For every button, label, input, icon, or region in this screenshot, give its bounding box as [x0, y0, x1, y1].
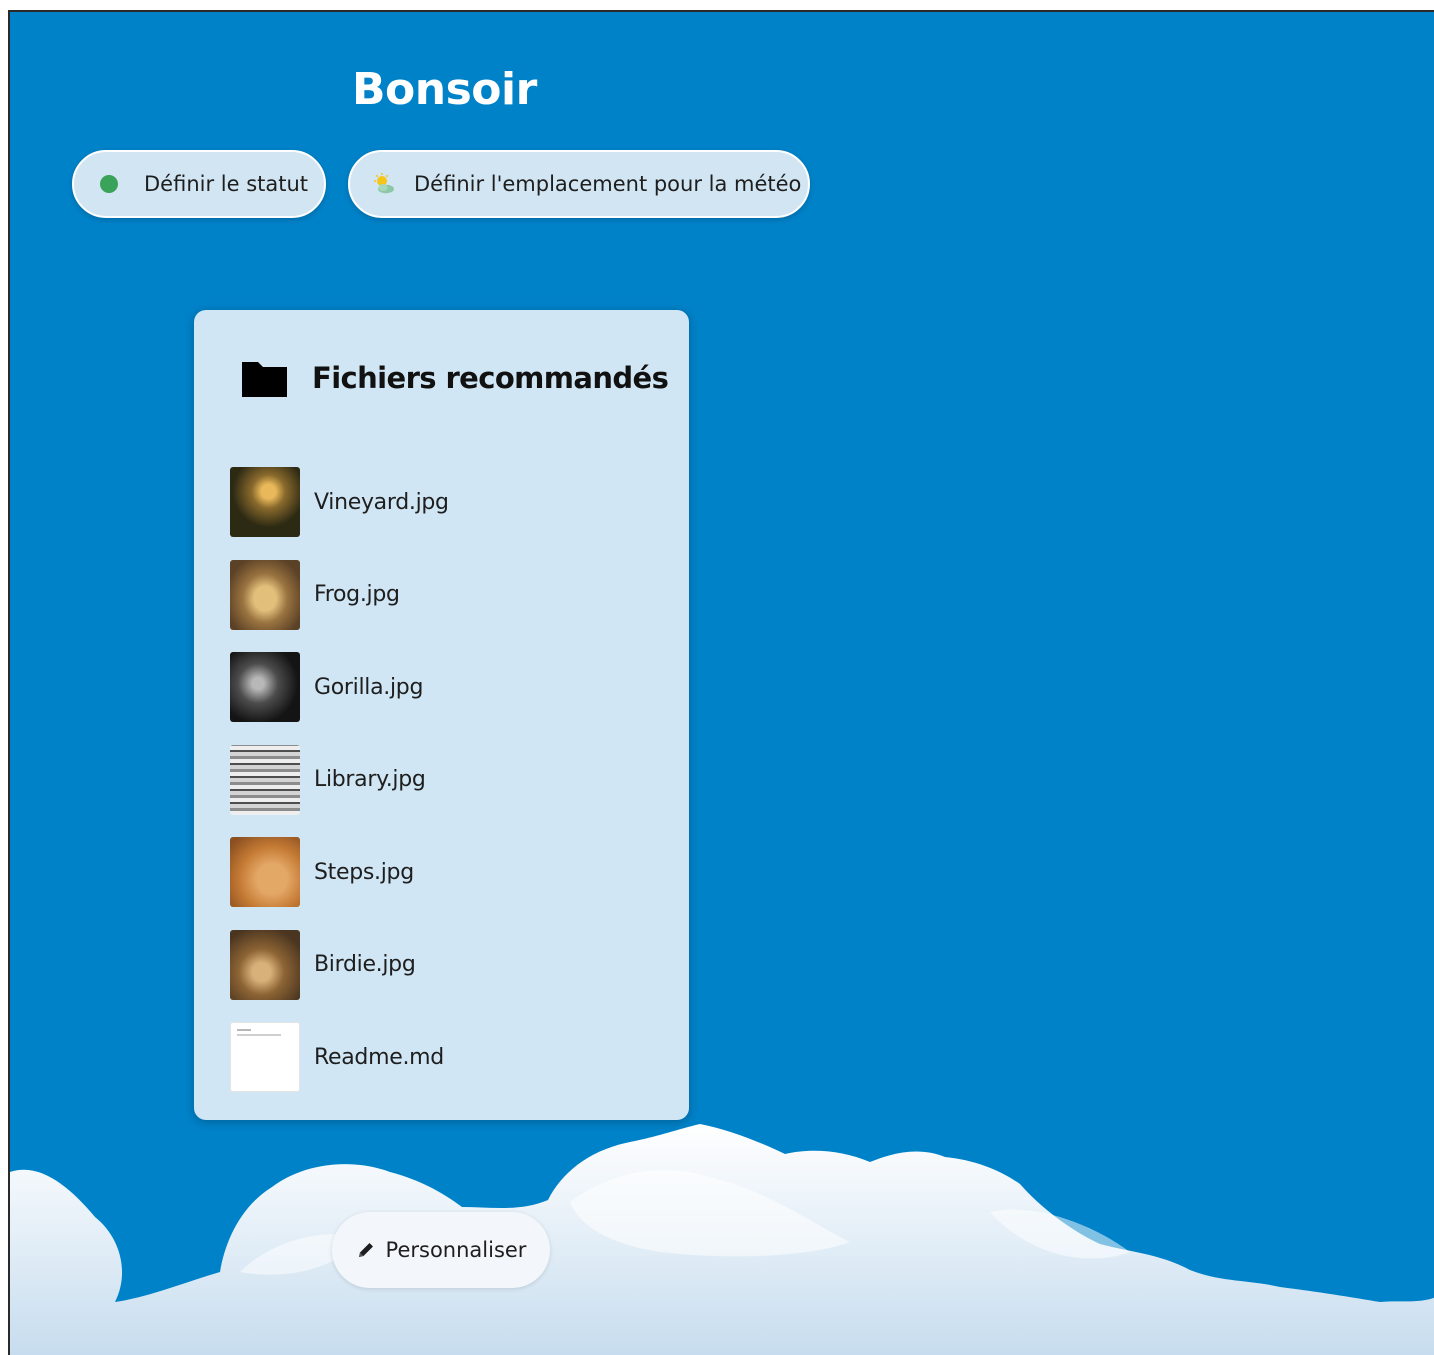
file-name: Readme.md — [314, 1044, 444, 1070]
file-thumbnail — [230, 837, 300, 908]
set-status-button[interactable]: Définir le statut — [72, 150, 326, 218]
file-item-frog[interactable]: Frog.jpg — [230, 549, 449, 642]
folder-icon — [242, 362, 287, 397]
document-thumbnail — [230, 1022, 300, 1093]
recommended-files-title: Fichiers recommandés — [312, 361, 669, 395]
dashboard-background: Bonsoir Définir le statut Définir l'empl… — [8, 10, 1434, 1355]
file-thumbnail — [230, 744, 300, 815]
recommended-files-header: Fichiers recommandés — [240, 356, 669, 400]
file-thumbnail — [230, 467, 300, 538]
file-name: Birdie.jpg — [314, 952, 416, 978]
set-status-label: Définir le statut — [144, 172, 309, 196]
customize-button[interactable]: Personnaliser — [332, 1212, 550, 1288]
customize-label: Personnaliser — [385, 1238, 527, 1262]
file-item-steps[interactable]: Steps.jpg — [230, 826, 449, 919]
set-weather-location-button[interactable]: Définir l'emplacement pour la météo — [348, 150, 810, 218]
recommended-files-list: Vineyard.jpg Frog.jpg Gorilla.jpg Librar… — [230, 456, 449, 1104]
recommended-files-widget: Fichiers recommandés Vineyard.jpg Frog.j… — [194, 310, 689, 1120]
greeting-heading: Bonsoir — [352, 64, 537, 115]
file-name: Vineyard.jpg — [314, 489, 449, 515]
pencil-icon — [358, 1243, 373, 1257]
file-name: Gorilla.jpg — [314, 674, 424, 700]
file-name: Frog.jpg — [314, 582, 400, 608]
file-name: Steps.jpg — [314, 859, 414, 885]
file-item-library[interactable]: Library.jpg — [230, 734, 449, 827]
status-dot-icon — [100, 175, 118, 193]
file-thumbnail — [230, 652, 300, 723]
file-item-birdie[interactable]: Birdie.jpg — [230, 919, 449, 1012]
file-name: Library.jpg — [314, 767, 426, 793]
file-thumbnail — [230, 559, 300, 630]
file-thumbnail — [230, 929, 300, 1000]
set-weather-location-label: Définir l'emplacement pour la météo — [414, 172, 802, 196]
file-item-vineyard[interactable]: Vineyard.jpg — [230, 456, 449, 549]
file-item-readme[interactable]: Readme.md — [230, 1011, 449, 1104]
sun-cloud-icon — [374, 173, 394, 194]
file-item-gorilla[interactable]: Gorilla.jpg — [230, 641, 449, 734]
